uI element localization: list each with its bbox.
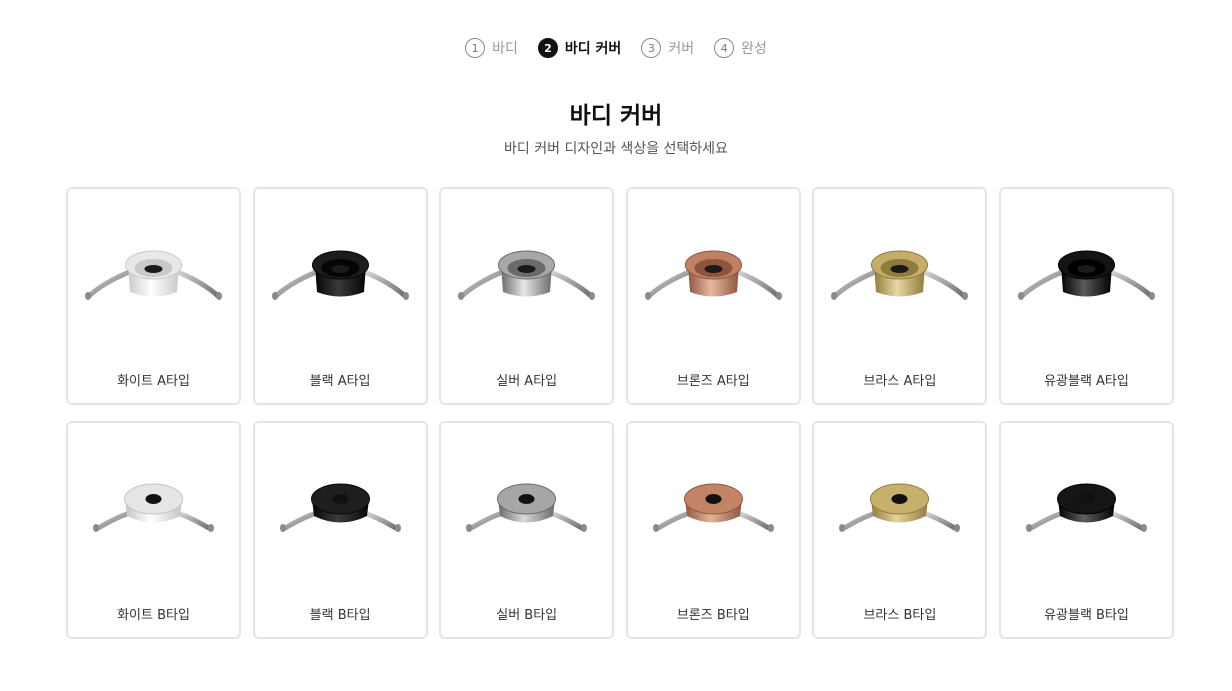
option-card[interactable]: 실버 B타입 — [439, 421, 615, 639]
option-card[interactable]: 브론즈 A타입 — [625, 187, 801, 405]
body-cover-image — [1017, 250, 1155, 300]
step-number: 1 — [465, 38, 486, 58]
option-card[interactable]: 브론즈 B타입 — [625, 421, 801, 639]
body-cover-image — [93, 483, 214, 532]
body-cover-image — [652, 483, 774, 532]
option-card[interactable]: 화이트 A타입 — [66, 187, 241, 405]
step-number: 2 — [537, 38, 558, 58]
option-label: 브론즈 B타입 — [676, 608, 750, 623]
option-card[interactable]: 유광블랙 B타입 — [998, 421, 1174, 639]
page-subtitle: 바디 커버 디자인과 색상을 선택하세요 — [504, 141, 728, 157]
page-title: 바디 커버 — [569, 103, 663, 129]
step-4[interactable]: 4 완성 — [714, 38, 767, 58]
option-label: 실버 B타입 — [496, 608, 558, 623]
body-cover-image — [839, 483, 961, 532]
stepper: 1 바디 2 바디 커버 3 커버 4 완성 — [0, 37, 1232, 59]
option-label: 화이트 B타입 — [117, 608, 190, 623]
step-label: 바디 커버 — [564, 41, 622, 57]
body-cover-image — [831, 250, 969, 300]
option-label: 블랙 A타입 — [309, 374, 371, 389]
body-cover-image — [1025, 483, 1147, 532]
step-3[interactable]: 3 커버 — [641, 38, 694, 58]
body-cover-image — [85, 250, 222, 300]
option-grid: 화이트 A타입 블랙 A타입 실버 A타입 브론즈 A타입 브라스 A타입 유광블랙 A타… — [66, 187, 1174, 639]
option-card[interactable]: 실버 A타입 — [439, 187, 615, 405]
option-label: 브라스 B타입 — [863, 608, 937, 623]
option-card[interactable]: 화이트 B타입 — [66, 421, 241, 639]
option-card[interactable]: 유광블랙 A타입 — [998, 187, 1174, 405]
option-label: 블랙 B타입 — [309, 608, 371, 623]
option-label: 유광블랙 B타입 — [1044, 608, 1129, 623]
option-card[interactable]: 브라스 A타입 — [812, 187, 988, 405]
option-label: 유광블랙 A타입 — [1044, 374, 1129, 389]
body-cover-image — [466, 483, 588, 532]
body-cover-image — [279, 483, 401, 532]
step-number: 3 — [641, 38, 662, 58]
option-label: 실버 A타입 — [496, 374, 558, 389]
step-label: 바디 — [492, 41, 518, 57]
body-cover-image — [644, 250, 782, 300]
option-card[interactable]: 브라스 B타입 — [812, 421, 988, 639]
step-2[interactable]: 2 바디 커버 — [537, 38, 622, 58]
option-card[interactable]: 블랙 A타입 — [252, 187, 428, 405]
option-label: 화이트 A타입 — [117, 374, 190, 389]
step-1[interactable]: 1 바디 — [465, 38, 518, 58]
option-card[interactable]: 블랙 B타입 — [252, 421, 428, 639]
option-label: 브라스 A타입 — [863, 374, 937, 389]
step-label: 커버 — [668, 41, 695, 57]
option-label: 브론즈 A타입 — [676, 374, 750, 389]
body-cover-image — [458, 250, 596, 300]
body-cover-image — [271, 250, 409, 300]
step-label: 완성 — [741, 41, 767, 57]
step-number: 4 — [714, 38, 735, 58]
